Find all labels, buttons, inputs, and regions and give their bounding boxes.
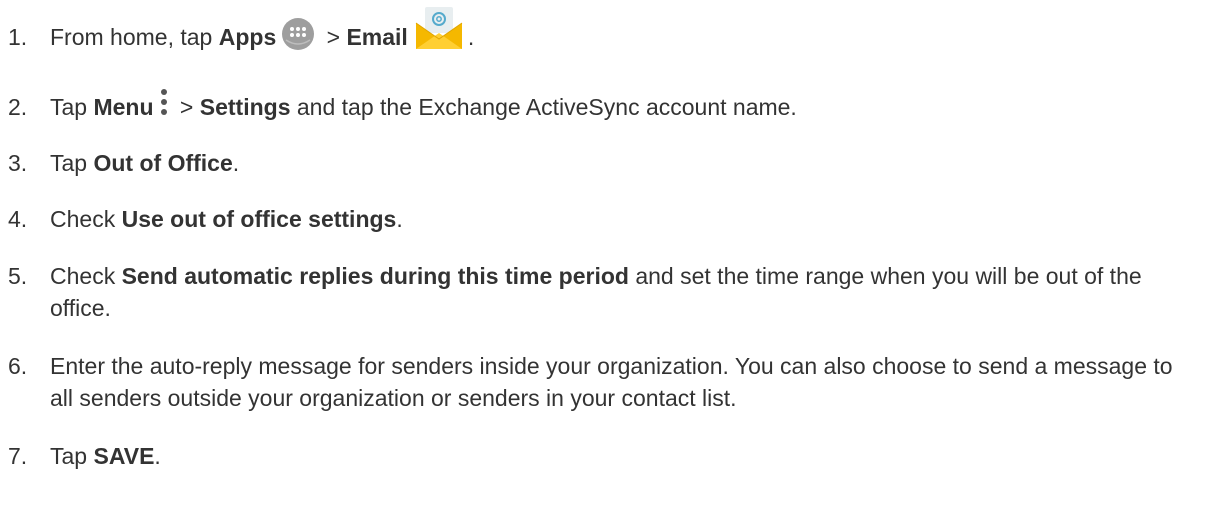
step-1: 1. From home, tap Apps > Email .: [0, 6, 1207, 53]
menu-icon: [158, 87, 170, 117]
step-4: 4. Check Use out of office settings.: [0, 203, 1207, 235]
step-5: 5. Check Send automatic replies during t…: [0, 260, 1207, 324]
step-7: 7. Tap SAVE.: [0, 440, 1207, 472]
settings-label: Settings: [199, 94, 291, 120]
step-number: 5.: [8, 263, 28, 289]
apps-label: Apps: [218, 24, 277, 50]
apps-icon: [280, 16, 316, 52]
step-number: 4.: [8, 206, 28, 232]
step-6: 6. Enter the auto-reply message for send…: [0, 350, 1207, 414]
send-automatic-replies-label: Send automatic replies during this time …: [121, 263, 629, 289]
use-out-of-office-label: Use out of office settings: [121, 206, 397, 232]
step-3: 3. Tap Out of Office.: [0, 147, 1207, 179]
step-number: 3.: [8, 150, 28, 176]
step-text: From home, tap Apps > Email .: [50, 6, 1197, 53]
step-text: Check Send automatic replies during this…: [50, 263, 1142, 321]
step-2: 2. Tap Menu > Settings and tap the Excha…: [0, 88, 1207, 123]
step-number: 6.: [8, 353, 28, 379]
step-text: Check Use out of office settings.: [50, 206, 403, 232]
email-label: Email: [346, 24, 408, 50]
menu-label: Menu: [93, 94, 154, 120]
email-icon: [414, 5, 464, 51]
out-of-office-label: Out of Office: [93, 150, 233, 176]
instruction-list: 1. From home, tap Apps > Email . 2. Tap …: [0, 0, 1207, 506]
save-label: SAVE: [93, 443, 155, 469]
step-text: Tap Out of Office.: [50, 150, 240, 176]
step-number: 1.: [8, 24, 28, 50]
step-number: 2.: [8, 94, 28, 120]
step-text: Enter the auto-reply message for senders…: [50, 353, 1173, 411]
step-text: Tap Menu > Settings and tap the Exchange…: [50, 88, 1197, 123]
step-number: 7.: [8, 443, 28, 469]
step-text: Tap SAVE.: [50, 443, 161, 469]
